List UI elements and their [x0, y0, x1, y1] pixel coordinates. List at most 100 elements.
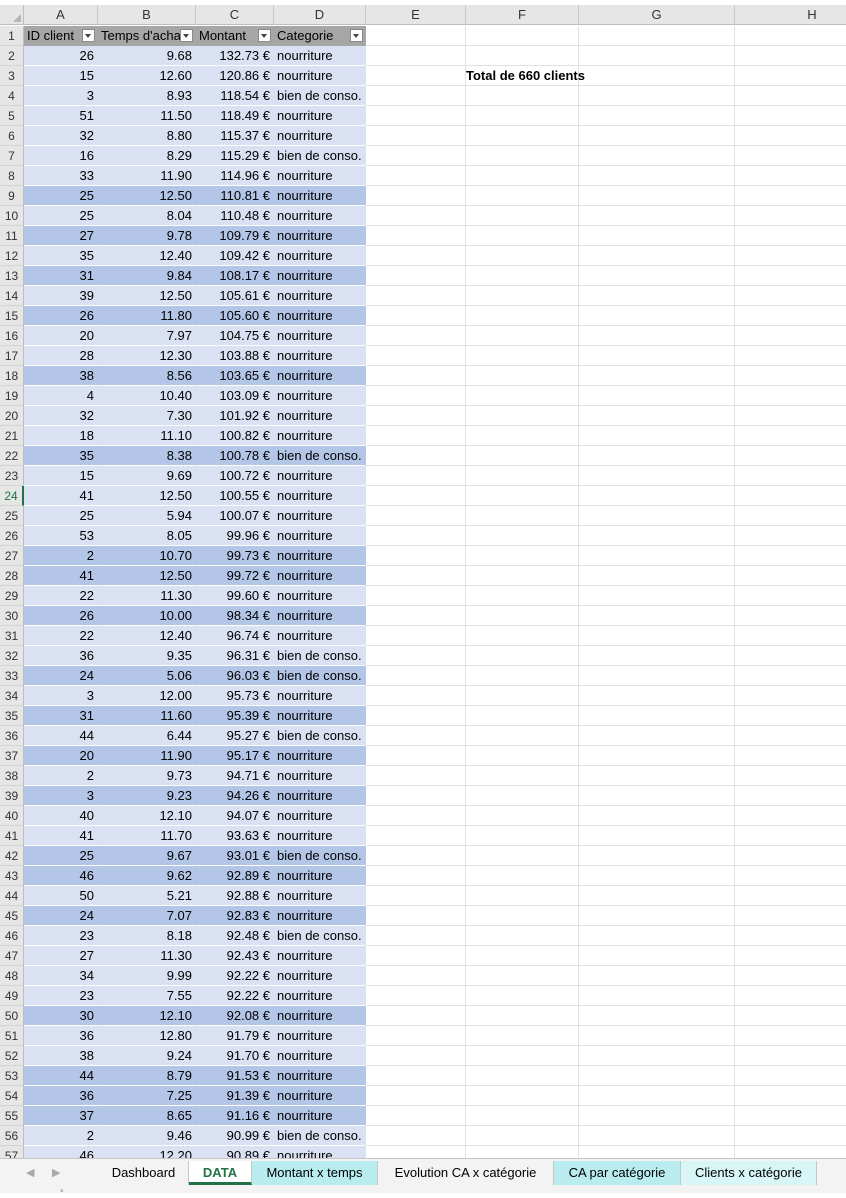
empty-cell[interactable] — [579, 526, 735, 546]
cell-categorie[interactable]: nourriture — [274, 886, 366, 906]
empty-cell[interactable] — [366, 1146, 466, 1158]
empty-cell[interactable] — [366, 686, 466, 706]
empty-cell[interactable] — [579, 186, 735, 206]
empty-cell[interactable] — [579, 266, 735, 286]
cell-montant[interactable]: 99.73 € — [196, 546, 274, 566]
cell-id-client[interactable]: 34 — [24, 966, 98, 986]
cell-temps-achat[interactable]: 12.40 — [98, 246, 196, 266]
empty-cell[interactable] — [366, 126, 466, 146]
cell-id-client[interactable]: 35 — [24, 246, 98, 266]
row-header[interactable]: 39 — [0, 786, 24, 806]
empty-cell[interactable] — [466, 1126, 579, 1146]
cell-id-client[interactable]: 27 — [24, 226, 98, 246]
empty-cell[interactable] — [466, 166, 579, 186]
row-header[interactable]: 10 — [0, 206, 24, 226]
cell-temps-achat[interactable]: 8.05 — [98, 526, 196, 546]
empty-cell[interactable] — [466, 226, 579, 246]
empty-cell[interactable] — [735, 426, 846, 446]
row-header[interactable]: 12 — [0, 246, 24, 266]
empty-cell[interactable] — [735, 406, 846, 426]
empty-cell[interactable] — [366, 186, 466, 206]
empty-cell[interactable] — [735, 226, 846, 246]
empty-cell[interactable] — [366, 626, 466, 646]
cell-montant[interactable]: 103.88 € — [196, 346, 274, 366]
empty-cell[interactable] — [579, 946, 735, 966]
empty-cell[interactable] — [579, 886, 735, 906]
row-header[interactable]: 33 — [0, 666, 24, 686]
cell-temps-achat[interactable]: 9.68 — [98, 46, 196, 66]
empty-cell[interactable] — [579, 1106, 735, 1126]
cell-montant[interactable]: 115.29 € — [196, 146, 274, 166]
empty-cell[interactable] — [735, 866, 846, 886]
cell-temps-achat[interactable]: 5.94 — [98, 506, 196, 526]
cell-temps-achat[interactable]: 6.44 — [98, 726, 196, 746]
cell-categorie[interactable]: nourriture — [274, 186, 366, 206]
row-header[interactable]: 27 — [0, 546, 24, 566]
cell-montant[interactable]: 90.89 € — [196, 1146, 274, 1158]
empty-cell[interactable] — [366, 986, 466, 1006]
cell-categorie[interactable]: nourriture — [274, 306, 366, 326]
empty-cell[interactable] — [366, 926, 466, 946]
select-all-corner[interactable] — [0, 5, 24, 25]
empty-cell[interactable] — [579, 666, 735, 686]
empty-cell[interactable] — [579, 1086, 735, 1106]
empty-cell[interactable] — [466, 366, 579, 386]
empty-cell[interactable] — [579, 866, 735, 886]
empty-cell[interactable] — [466, 886, 579, 906]
empty-cell[interactable] — [735, 806, 846, 826]
column-header-d[interactable]: D — [274, 5, 366, 25]
empty-cell[interactable] — [466, 906, 579, 926]
cell-categorie[interactable]: nourriture — [274, 286, 366, 306]
cell-id-client[interactable]: 44 — [24, 1066, 98, 1086]
cell-temps-achat[interactable]: 9.62 — [98, 866, 196, 886]
cell-categorie[interactable]: nourriture — [274, 586, 366, 606]
cell-categorie[interactable]: nourriture — [274, 126, 366, 146]
empty-cell[interactable] — [579, 546, 735, 566]
cell-montant[interactable]: 91.79 € — [196, 1026, 274, 1046]
empty-cell[interactable] — [735, 526, 846, 546]
empty-cell[interactable] — [466, 826, 579, 846]
empty-cell[interactable] — [735, 686, 846, 706]
empty-cell[interactable] — [579, 106, 735, 126]
cell-categorie[interactable]: nourriture — [274, 226, 366, 246]
column-header-b[interactable]: B — [98, 5, 196, 25]
empty-cell[interactable] — [366, 1106, 466, 1126]
empty-cell[interactable] — [466, 506, 579, 526]
cell-id-client[interactable]: 2 — [24, 766, 98, 786]
row-header[interactable]: 15 — [0, 306, 24, 326]
column-header-g[interactable]: G — [579, 5, 735, 25]
row-header[interactable]: 41 — [0, 826, 24, 846]
cell-temps-achat[interactable]: 8.18 — [98, 926, 196, 946]
row-header[interactable]: 11 — [0, 226, 24, 246]
cell-montant[interactable]: 92.83 € — [196, 906, 274, 926]
empty-cell[interactable] — [735, 446, 846, 466]
empty-cell[interactable] — [466, 1006, 579, 1026]
cell-id-client[interactable]: 22 — [24, 586, 98, 606]
empty-cell[interactable] — [466, 186, 579, 206]
empty-cell[interactable] — [366, 106, 466, 126]
empty-cell[interactable] — [466, 466, 579, 486]
empty-cell[interactable] — [579, 806, 735, 826]
filter-dropdown-icon[interactable] — [350, 29, 363, 42]
cell-temps-achat[interactable]: 10.70 — [98, 546, 196, 566]
cell-id-client[interactable]: 23 — [24, 986, 98, 1006]
empty-cell[interactable] — [366, 1086, 466, 1106]
row-header[interactable]: 40 — [0, 806, 24, 826]
empty-cell[interactable] — [466, 386, 579, 406]
empty-cell[interactable] — [466, 1106, 579, 1126]
empty-cell[interactable] — [735, 786, 846, 806]
cell-id-client[interactable]: 26 — [24, 306, 98, 326]
empty-cell[interactable] — [366, 606, 466, 626]
cell-categorie[interactable]: bien de conso. — [274, 846, 366, 866]
cell-montant[interactable]: 103.09 € — [196, 386, 274, 406]
empty-cell[interactable] — [735, 646, 846, 666]
cell-temps-achat[interactable]: 9.23 — [98, 786, 196, 806]
cell-montant[interactable]: 99.96 € — [196, 526, 274, 546]
empty-cell[interactable] — [366, 286, 466, 306]
cell-categorie[interactable]: nourriture — [274, 826, 366, 846]
empty-cell[interactable] — [735, 666, 846, 686]
cell-temps-achat[interactable]: 8.79 — [98, 1066, 196, 1086]
cell-categorie[interactable]: bien de conso. — [274, 726, 366, 746]
cell-montant[interactable]: 91.16 € — [196, 1106, 274, 1126]
cell-montant[interactable]: 109.42 € — [196, 246, 274, 266]
